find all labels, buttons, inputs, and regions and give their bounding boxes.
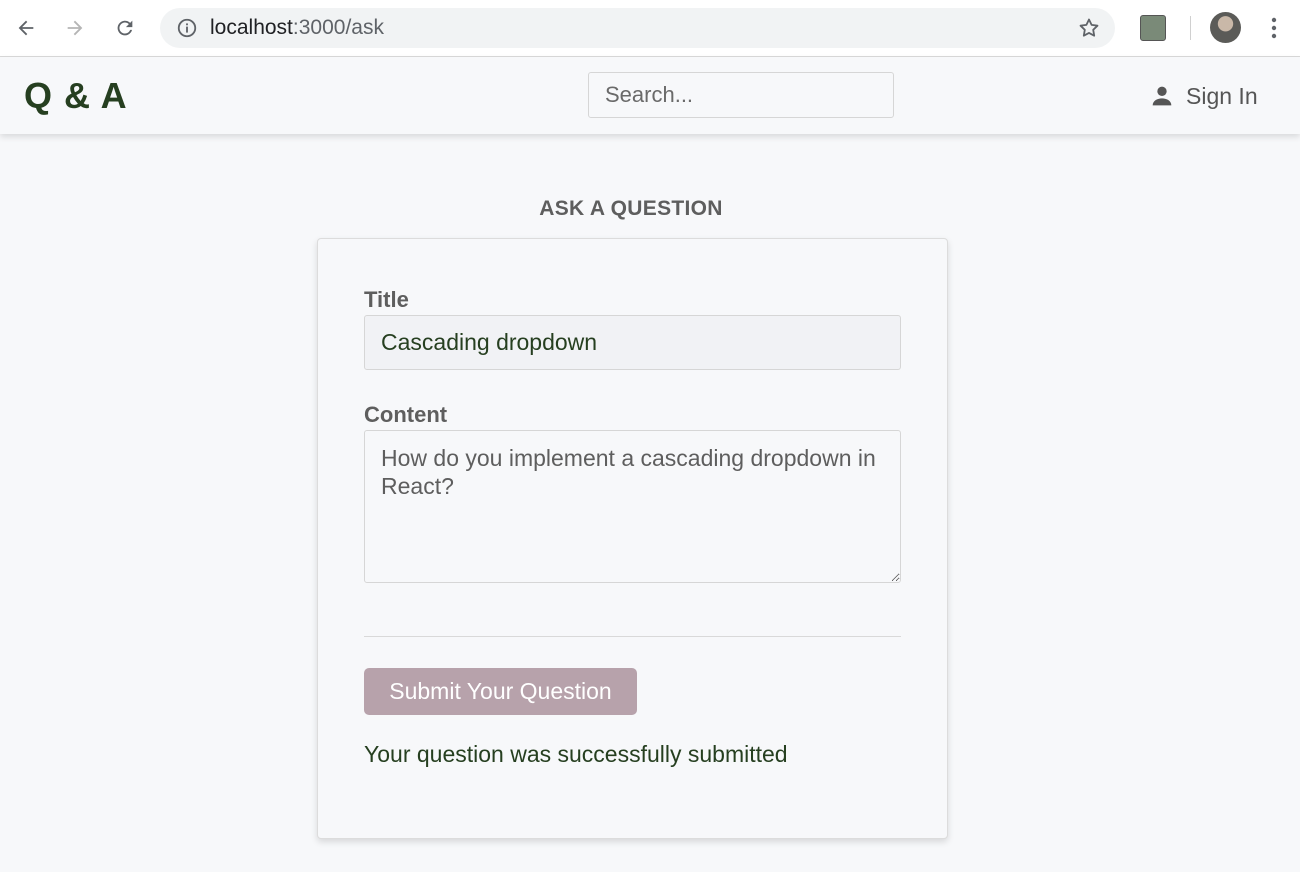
success-message: Your question was successfully submitted <box>364 741 788 767</box>
app-header: Q & A Sign In <box>0 57 1300 134</box>
url-host: localhost <box>210 16 293 39</box>
content-textarea[interactable]: How do you implement a cascading dropdow… <box>364 430 901 583</box>
url-path: :3000/ask <box>292 16 384 39</box>
kebab-menu-icon[interactable] <box>1264 15 1284 41</box>
forward-arrow-icon[interactable] <box>59 12 91 44</box>
form-divider <box>364 636 901 637</box>
ask-question-form: Title Content How do you implement a cas… <box>317 238 948 839</box>
user-icon <box>1152 86 1172 106</box>
logo[interactable]: Q & A <box>24 75 128 117</box>
search-input[interactable] <box>588 72 894 118</box>
browser-toolbar: localhost:3000/ask <box>0 0 1300 57</box>
title-input[interactable] <box>364 315 901 370</box>
info-icon[interactable] <box>176 17 198 39</box>
back-arrow-icon[interactable] <box>10 12 42 44</box>
toolbar-divider <box>1190 16 1191 40</box>
address-bar[interactable]: localhost:3000/ask <box>160 8 1115 48</box>
avatar[interactable] <box>1210 12 1241 43</box>
submit-question-button[interactable]: Submit Your Question <box>364 668 637 715</box>
extension-icon[interactable] <box>1140 15 1166 41</box>
page-title: ASK A QUESTION <box>539 197 723 220</box>
url-text[interactable]: localhost:3000/ask <box>210 17 384 39</box>
star-icon[interactable] <box>1077 16 1101 40</box>
sign-in-label: Sign In <box>1186 82 1258 109</box>
title-label: Title <box>364 287 409 312</box>
reload-icon[interactable] <box>109 12 141 44</box>
sign-in-button[interactable]: Sign In <box>1148 77 1258 115</box>
content-label: Content <box>364 402 448 427</box>
